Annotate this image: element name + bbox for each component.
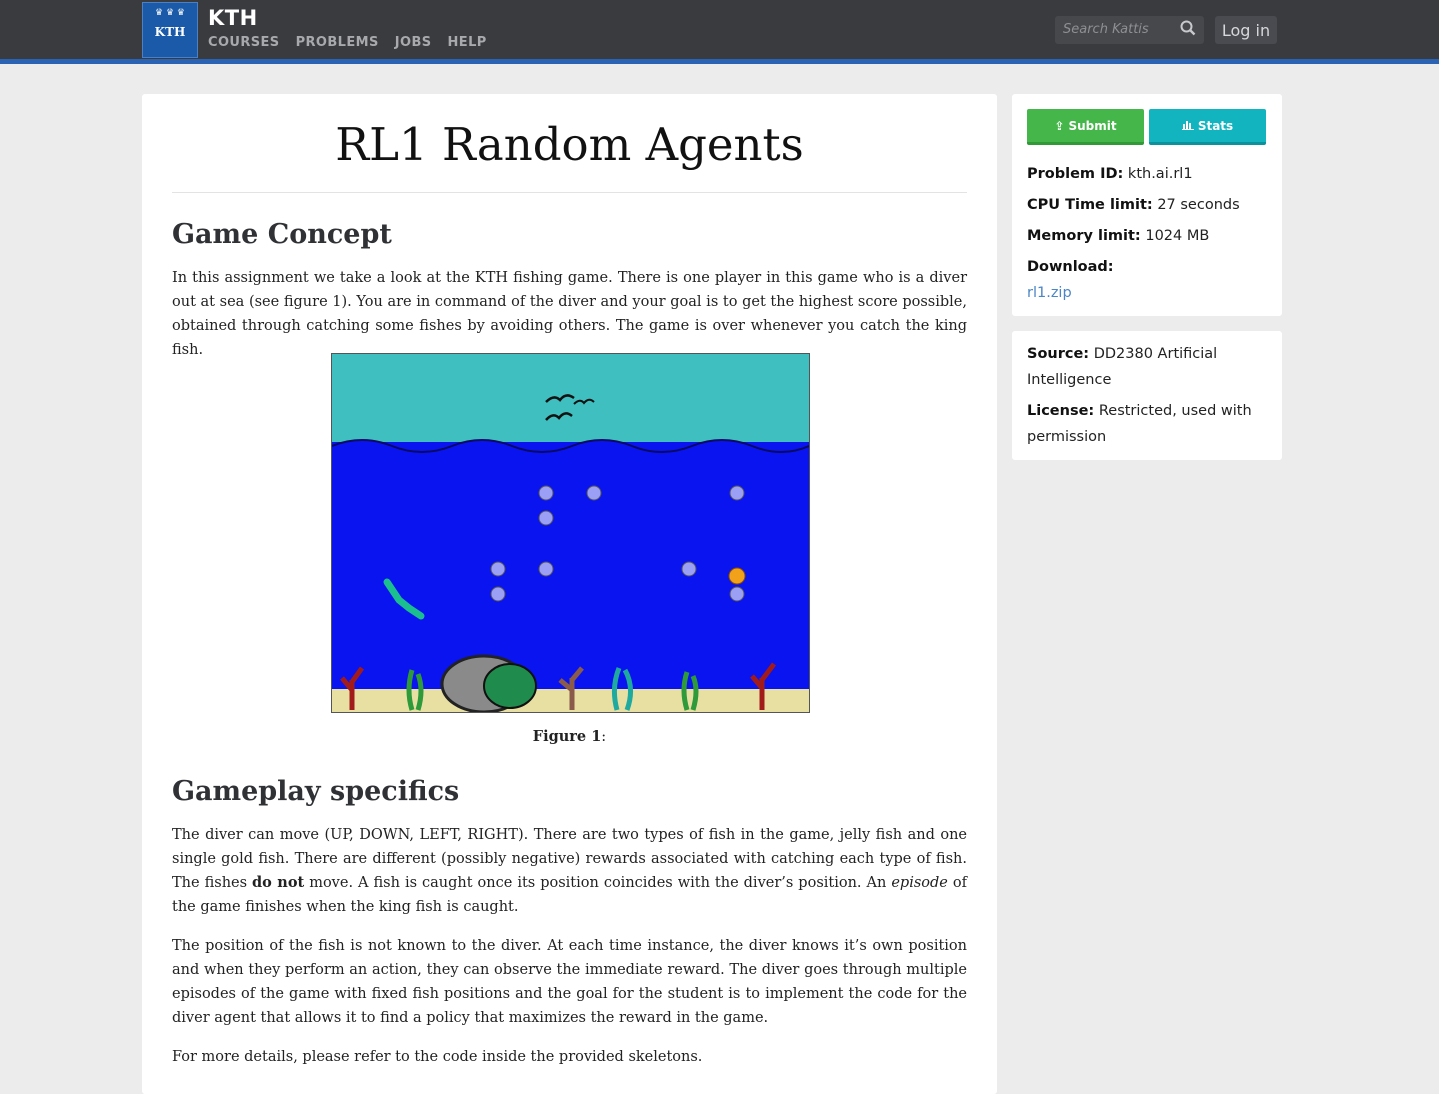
search-input[interactable]: Search Kattis [1055, 16, 1204, 44]
stats-label: Stats [1197, 118, 1234, 133]
gameplay-paragraph-1: The diver can move (UP, DOWN, LEFT, RIGH… [172, 823, 967, 919]
section-heading-gameplay: Gameplay specifics [172, 776, 460, 807]
search-icon[interactable] [1180, 18, 1196, 43]
source-label: Source: [1027, 346, 1090, 362]
game-concept-paragraph: In this assignment we take a look at the… [172, 270, 967, 358]
license-label: License: [1027, 403, 1095, 419]
logo-text: KTH [154, 25, 186, 39]
crown-icon: ♛ ♛ ♛ [155, 8, 185, 18]
problem-info-card: ⇪ Submit Stats Problem ID: kth.ai.rl1 CP… [1012, 94, 1282, 316]
nav-help[interactable]: HELP [448, 35, 487, 50]
problem-source-card: Source: DD2380 Artificial Intelligence L… [1012, 331, 1282, 460]
kth-logo[interactable]: ♛ ♛ ♛ KTH [142, 2, 198, 58]
problem-id-value: kth.ai.rl1 [1127, 166, 1193, 182]
divider [172, 192, 967, 193]
memory-limit-label: Memory limit: [1027, 228, 1141, 244]
section-heading-game-concept: Game Concept [172, 219, 392, 250]
brand-name[interactable]: KTH [208, 6, 258, 30]
figure-caption-label: Figure 1 [532, 728, 602, 745]
problem-id-label: Problem ID: [1027, 166, 1124, 182]
cpu-limit-row: CPU Time limit: 27 seconds [1027, 192, 1272, 218]
main-nav: COURSES PROBLEMS JOBS HELP [208, 35, 487, 50]
nav-courses[interactable]: COURSES [208, 35, 280, 50]
download-row: Download: rl1.zip [1027, 254, 1272, 306]
figure-caption-rest: : [601, 729, 607, 745]
p1-bold: do not [252, 874, 305, 891]
p1-text-b: move. A fish is caught once its position… [304, 875, 892, 891]
stats-button[interactable]: Stats [1149, 109, 1266, 145]
license-row: License: Restricted, used with permissio… [1027, 398, 1272, 450]
upload-icon: ⇪ [1054, 118, 1065, 133]
nav-problems[interactable]: PROBLEMS [296, 35, 379, 50]
memory-limit-value: 1024 MB [1145, 228, 1210, 244]
gameplay-paragraph-3: For more details, please refer to the co… [172, 1049, 703, 1065]
problem-id-row: Problem ID: kth.ai.rl1 [1027, 161, 1272, 187]
cpu-limit-value: 27 seconds [1157, 197, 1240, 213]
search-placeholder: Search Kattis [1063, 22, 1149, 37]
source-row: Source: DD2380 Artificial Intelligence [1027, 341, 1272, 393]
submit-label: Submit [1068, 118, 1117, 133]
problem-title: RL1 Random Agents [335, 118, 804, 171]
submit-button[interactable]: ⇪ Submit [1027, 109, 1144, 145]
game-figure [331, 353, 810, 713]
memory-limit-row: Memory limit: 1024 MB [1027, 223, 1272, 249]
gameplay-paragraph-2: The position of the fish is not known to… [172, 938, 967, 1026]
download-label: Download: [1027, 259, 1114, 275]
cpu-limit-label: CPU Time limit: [1027, 197, 1153, 213]
problem-statement: RL1 Random Agents Game Concept In this a… [142, 94, 997, 1094]
p1-italic: episode [891, 875, 948, 891]
figure-caption: Figure 1: [142, 728, 997, 745]
nav-jobs[interactable]: JOBS [395, 35, 432, 50]
download-link[interactable]: rl1.zip [1027, 285, 1072, 301]
bar-chart-icon [1181, 119, 1194, 133]
login-button[interactable]: Log in [1215, 16, 1277, 44]
top-navbar: ♛ ♛ ♛ KTH KTH COURSES PROBLEMS JOBS HELP… [0, 0, 1439, 64]
